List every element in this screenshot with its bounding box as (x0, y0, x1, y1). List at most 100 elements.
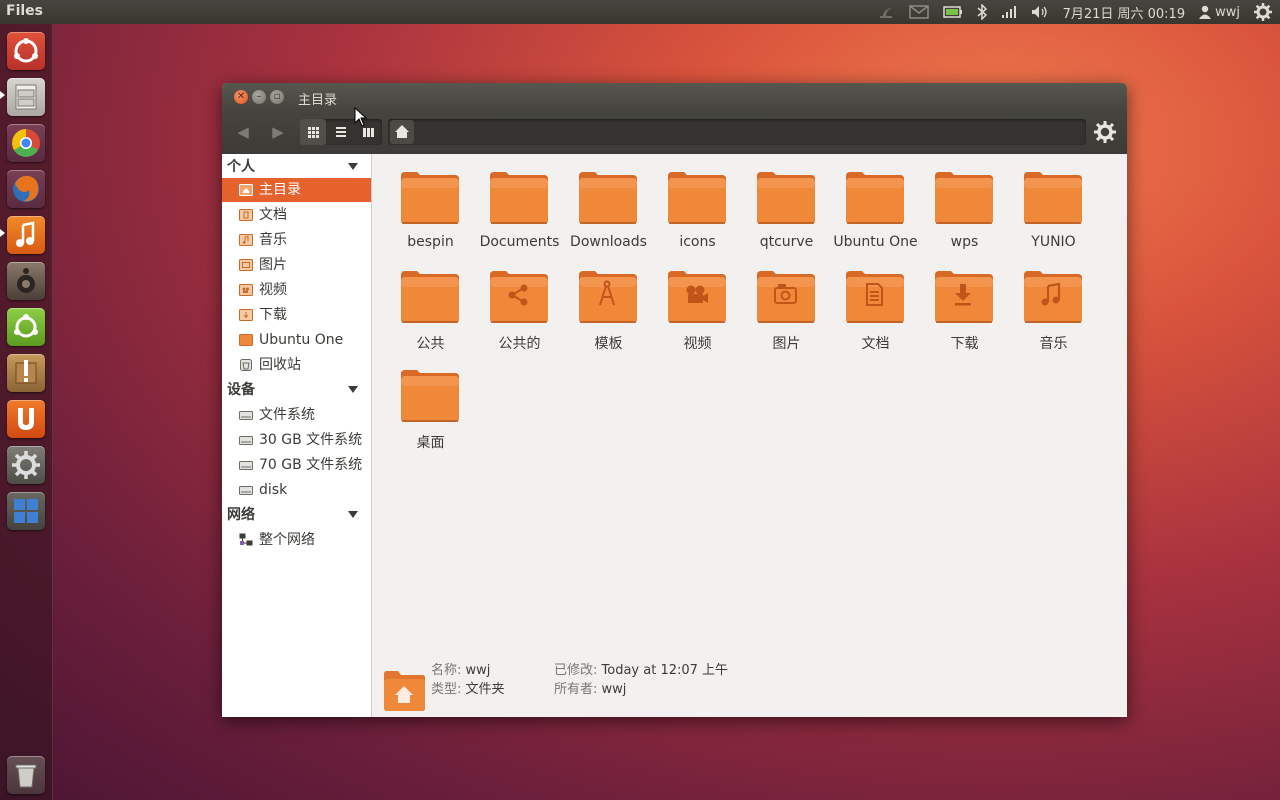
file-manager-window: ✕ – ▫ 主目录 ◀ ▶ 个人 主目录 文档 音乐 图片 视频 下载 Ubun… (222, 83, 1127, 717)
dash-home-launcher-icon[interactable] (7, 32, 45, 70)
volume-icon[interactable] (1031, 5, 1049, 19)
sidebar-item-label: 文档 (259, 207, 287, 223)
folder-item[interactable]: 下载 (920, 255, 1009, 352)
sidebar-item-label: 下载 (259, 307, 287, 323)
sidebar-item-label: 70 GB 文件系统 (259, 457, 363, 473)
info-type-key: 类型: (431, 682, 462, 697)
folder-icon (490, 271, 548, 323)
videos-folder-icon (239, 284, 253, 296)
folder-label: YUNIO (1031, 234, 1076, 250)
folder-item[interactable]: qtcurve (742, 156, 831, 250)
maximize-button[interactable]: ▫ (270, 90, 284, 104)
system-settings-launcher-icon[interactable] (7, 446, 45, 484)
collapse-arrow-icon[interactable] (348, 163, 358, 170)
bluetooth-icon[interactable] (977, 4, 987, 20)
path-home-button[interactable] (390, 120, 414, 144)
info-owner: 所有者: wwj (554, 678, 626, 697)
folder-item[interactable]: Documents (475, 156, 564, 250)
info-name-key: 名称: (431, 663, 462, 678)
drive-icon (239, 461, 253, 470)
folder-item[interactable]: 文档 (831, 255, 920, 352)
chromium-launcher-icon[interactable] (7, 124, 45, 162)
sidebar-item-music[interactable]: 音乐 (222, 228, 371, 252)
forward-button[interactable]: ▶ (268, 123, 288, 141)
network-sleep-icon[interactable] (877, 4, 895, 20)
folder-item[interactable]: 模板 (564, 255, 653, 352)
folder-icon (757, 271, 815, 323)
user-menu[interactable]: wwj (1199, 5, 1240, 20)
sidebar-item-filesystem[interactable]: 文件系统 (222, 403, 371, 427)
folder-item[interactable]: Downloads (564, 156, 653, 250)
ubuntu-one-folder-icon (239, 334, 253, 346)
folder-item[interactable]: 图片 (742, 255, 831, 352)
folder-item[interactable]: YUNIO (1009, 156, 1098, 250)
speaker-launcher-icon[interactable] (7, 262, 45, 300)
sidebar-item-70gb-volume[interactable]: 70 GB 文件系统 (222, 453, 371, 477)
sidebar-item-home[interactable]: 主目录 (222, 178, 371, 202)
wifi-signal-icon[interactable] (1001, 5, 1017, 19)
home-folder-icon (239, 184, 253, 196)
battery-icon[interactable] (942, 5, 963, 19)
folder-icon (668, 271, 726, 323)
home-folder-icon (384, 671, 425, 711)
info-name-value: wwj (465, 663, 491, 678)
folder-item[interactable]: 公共 (386, 255, 475, 352)
launcher (0, 24, 53, 800)
info-modified-key: 已修改: (554, 663, 598, 678)
sidebar-item-30gb-volume[interactable]: 30 GB 文件系统 (222, 428, 371, 452)
folder-icon (846, 172, 904, 224)
session-gear-icon[interactable] (1254, 3, 1272, 21)
sidebar-item-label: 主目录 (259, 182, 301, 198)
sidebar-item-label: Ubuntu One (259, 332, 344, 348)
folder-icon (846, 271, 904, 323)
mail-icon[interactable] (908, 5, 929, 19)
sidebar-item-label: 回收站 (259, 357, 301, 373)
drive-icon (239, 486, 253, 495)
icon-view-button[interactable] (300, 119, 326, 145)
indicator-area: 7月21日 周六 00:19 wwj (877, 0, 1272, 24)
folder-item[interactable]: 视频 (653, 255, 742, 352)
sidebar-item-pictures[interactable]: 图片 (222, 253, 371, 277)
back-button[interactable]: ◀ (233, 123, 253, 141)
sidebar-item-disk[interactable]: disk (222, 478, 371, 502)
sidebar-item-browse-network[interactable]: 整个网络 (222, 528, 371, 552)
sidebar-item-ubuntu-one[interactable]: Ubuntu One (222, 328, 371, 352)
minimize-button[interactable]: – (252, 90, 266, 104)
folder-label: 下载 (950, 336, 979, 352)
folder-item[interactable]: 公共的 (475, 255, 564, 352)
sidebar-item-videos[interactable]: 视频 (222, 278, 371, 302)
folder-item[interactable]: wps (920, 156, 1009, 250)
ubuntu-tweak-launcher-icon[interactable] (7, 308, 45, 346)
folder-item[interactable]: Ubuntu One (831, 156, 920, 250)
folder-item[interactable]: icons (653, 156, 742, 250)
trash-launcher-icon[interactable] (7, 756, 45, 794)
collapse-arrow-icon[interactable] (348, 511, 358, 518)
collapse-arrow-icon[interactable] (348, 386, 358, 393)
folder-item[interactable]: 音乐 (1009, 255, 1098, 352)
files-launcher-icon[interactable] (7, 78, 45, 116)
folder-item[interactable]: bespin (386, 156, 475, 250)
folder-item[interactable]: 桌面 (386, 354, 475, 451)
sidebar-item-trash[interactable]: 回收站 (222, 353, 371, 377)
close-button[interactable]: ✕ (234, 90, 248, 104)
sidebar-item-downloads[interactable]: 下载 (222, 303, 371, 327)
folder-icon (401, 271, 459, 323)
firefox-launcher-icon[interactable] (7, 170, 45, 208)
package-installer-launcher-icon[interactable] (7, 354, 45, 392)
info-owner-key: 所有者: (554, 682, 598, 697)
workspace-switcher-launcher-icon[interactable] (7, 492, 45, 530)
sidebar-item-label: 整个网络 (259, 532, 315, 548)
ubuntu-one-launcher-icon[interactable] (7, 400, 45, 438)
folder-icon (1024, 271, 1082, 323)
folder-label: icons (679, 234, 716, 250)
folder-label: 公共 (416, 336, 445, 352)
list-icon (336, 127, 346, 137)
clock[interactable]: 7月21日 周六 00:19 (1063, 3, 1186, 22)
list-view-button[interactable] (328, 119, 354, 145)
folder-icon (401, 172, 459, 224)
sidebar-item-documents[interactable]: 文档 (222, 203, 371, 227)
folder-label: 公共的 (498, 336, 541, 352)
music-player-launcher-icon[interactable] (7, 216, 45, 254)
settings-button[interactable] (1093, 120, 1117, 144)
folder-label: Downloads (570, 234, 647, 250)
